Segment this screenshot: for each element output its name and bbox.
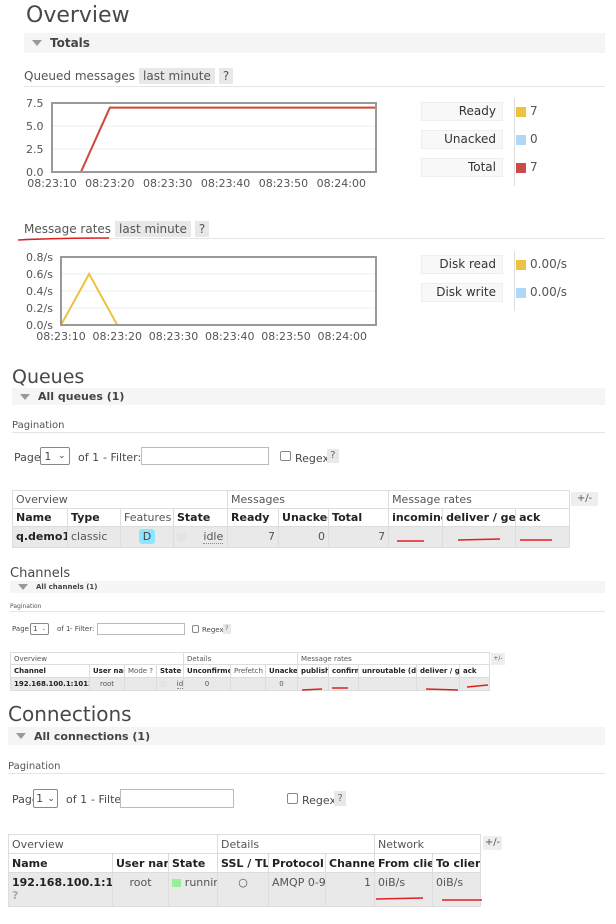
red-annotation-marks: [17, 237, 552, 901]
